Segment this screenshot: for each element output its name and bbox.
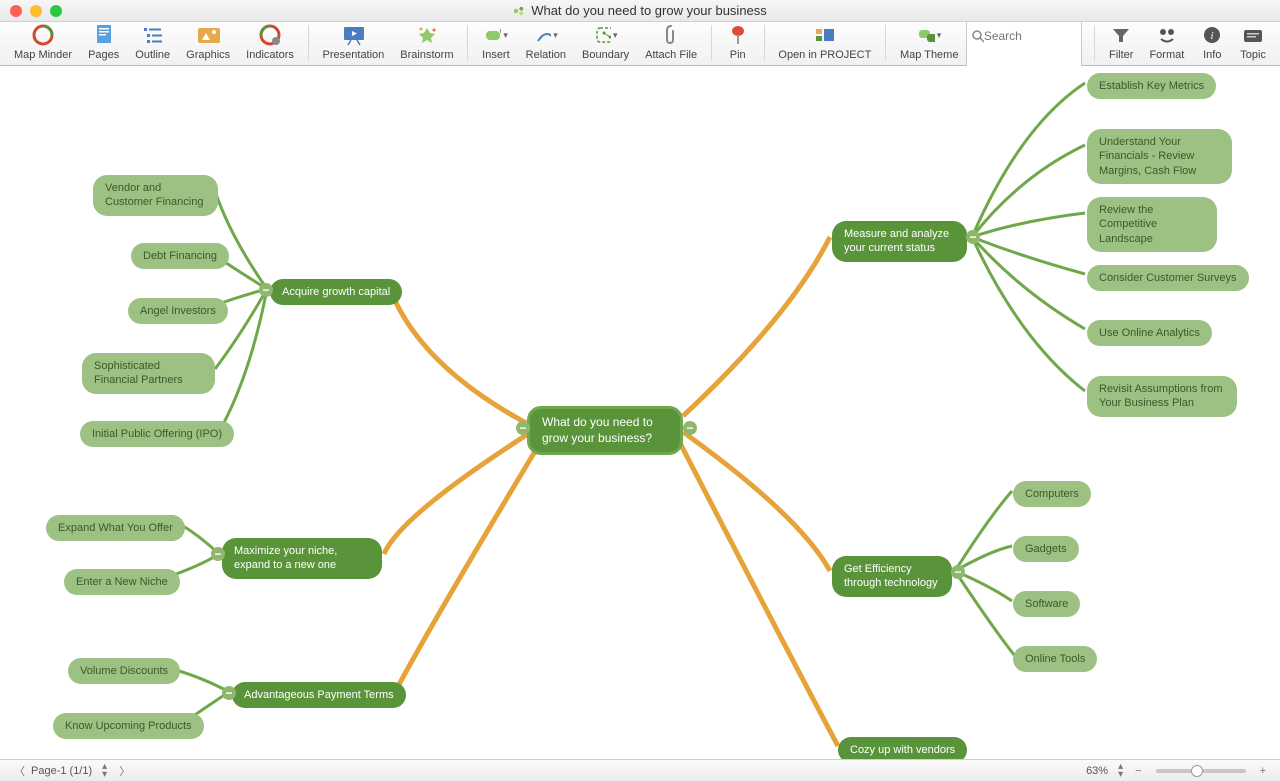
zoom-out-button[interactable]: − [1129,765,1147,777]
toolbar-divider [467,25,468,61]
insert-icon: +▾ [484,23,508,47]
indicators-button[interactable]: Indicators [238,21,302,63]
node-maximize-niche[interactable]: Maximize your niche, expand to a new one [222,538,382,579]
pin-icon [726,23,750,47]
node-advantageous-payment[interactable]: Advantageous Payment Terms [232,682,406,708]
brainstorm-icon [415,23,439,47]
open-in-project-button[interactable]: Open in PROJECT [770,21,879,63]
collapse-toggle[interactable]: − [966,230,980,244]
page-indicator: Page-1 (1/1) [31,765,92,777]
svg-text:i: i [1211,30,1214,42]
zoom-level: 63% [1086,765,1108,777]
presentation-button[interactable]: Presentation [315,21,393,63]
toolbar-divider [764,25,765,61]
outline-button[interactable]: Outline [127,21,178,63]
attach-file-icon [659,23,683,47]
collapse-toggle[interactable]: − [211,547,225,561]
node-consider-surveys[interactable]: Consider Customer Surveys [1087,265,1249,291]
presentation-icon [341,23,365,47]
outline-icon [141,23,165,47]
node-gadgets[interactable]: Gadgets [1013,536,1079,562]
statusbar: 〈 Page-1 (1/1) ▴▾ 〉 63% ▴▾ − + [0,759,1280,781]
node-sophisticated-partners[interactable]: Sophisticated Financial Partners [82,353,215,394]
next-page-button[interactable]: 〉 [113,763,136,779]
node-cozy-up-vendors[interactable]: Cozy up with vendors [838,737,967,759]
mindmap-canvas[interactable]: What do you need to grow your business? … [0,66,1280,759]
node-online-tools[interactable]: Online Tools [1013,646,1097,672]
zoom-stepper[interactable]: ▴▾ [1112,763,1129,779]
toolbar-divider [885,25,886,61]
attach-file-button[interactable]: Attach File [637,21,705,63]
search-icon [971,29,983,43]
node-use-online-analytics[interactable]: Use Online Analytics [1087,320,1212,346]
window-title: What do you need to grow your business [0,3,1280,18]
node-revisit-assumptions[interactable]: Revisit Assumptions from Your Business P… [1087,376,1237,417]
node-review-competitive[interactable]: Review the Competitive Landscape [1087,197,1217,252]
pages-button[interactable]: Pages [80,21,127,63]
collapse-toggle-left[interactable]: − [516,421,530,435]
node-volume-discounts[interactable]: Volume Discounts [68,658,180,684]
collapse-toggle[interactable]: − [259,283,273,297]
node-angel-investors[interactable]: Angel Investors [128,298,228,324]
collapse-toggle-right[interactable]: − [683,421,697,435]
collapse-toggle[interactable]: − [222,686,236,700]
node-measure-analyze[interactable]: Measure and analyze your current status [832,221,967,262]
prev-page-button[interactable]: 〈 [8,763,31,779]
node-know-upcoming-products[interactable]: Know Upcoming Products [53,713,204,739]
page-stepper[interactable]: ▴▾ [96,763,113,779]
node-expand-what-you-offer[interactable]: Expand What You Offer [46,515,185,541]
graphics-icon [196,23,220,47]
zoom-slider-thumb[interactable] [1191,765,1203,777]
map-theme-icon: ▾ [917,23,941,47]
root-node[interactable]: What do you need to grow your business? [527,406,683,455]
pages-icon [92,23,116,47]
node-efficiency-technology[interactable]: Get Efficiency through technology [832,556,952,597]
toolbar-divider [1094,25,1095,61]
boundary-icon: ▾ [594,23,618,47]
topic-button[interactable]: Topic [1232,21,1274,63]
toolbar-divider [308,25,309,61]
boundary-button[interactable]: ▾ Boundary [574,21,637,63]
toolbar: Map Minder Pages Outline Graphics Indica… [0,22,1280,66]
zoom-in-button[interactable]: + [1254,765,1272,777]
brainstorm-button[interactable]: Brainstorm [392,21,461,63]
window-titlebar: What do you need to grow your business [0,0,1280,22]
node-debt-financing[interactable]: Debt Financing [131,243,229,269]
zoom-slider[interactable] [1156,769,1246,773]
pin-button[interactable]: Pin [718,21,758,63]
format-icon [1155,23,1179,47]
document-icon [513,5,525,17]
info-icon: i [1200,23,1224,47]
node-software[interactable]: Software [1013,591,1080,617]
node-vendor-customer-financing[interactable]: Vendor and Customer Financing [93,175,218,216]
graphics-button[interactable]: Graphics [178,21,238,63]
node-acquire-growth-capital[interactable]: Acquire growth capital [270,279,402,305]
node-ipo[interactable]: Initial Public Offering (IPO) [80,421,234,447]
insert-button[interactable]: +▾ Insert [474,21,518,63]
map-minder-button[interactable]: Map Minder [6,21,80,63]
relation-button[interactable]: ▾ Relation [518,21,574,63]
info-button[interactable]: i Info [1192,21,1232,63]
search-field[interactable] [984,29,1078,43]
filter-icon [1109,23,1133,47]
map-theme-button[interactable]: ▾ Map Theme [892,21,967,63]
node-computers[interactable]: Computers [1013,481,1091,507]
format-button[interactable]: Format [1141,21,1192,63]
collapse-toggle[interactable]: − [951,565,965,579]
map-minder-icon [31,23,55,47]
relation-icon: ▾ [534,23,558,47]
toolbar-divider [711,25,712,61]
node-understand-financials[interactable]: Understand Your Financials - Review Marg… [1087,129,1232,184]
filter-button[interactable]: Filter [1101,21,1141,63]
topic-icon [1241,23,1265,47]
node-enter-new-niche[interactable]: Enter a New Niche [64,569,180,595]
node-establish-key-metrics[interactable]: Establish Key Metrics [1087,73,1216,99]
open-in-project-icon [813,23,837,47]
indicators-icon [258,23,282,47]
